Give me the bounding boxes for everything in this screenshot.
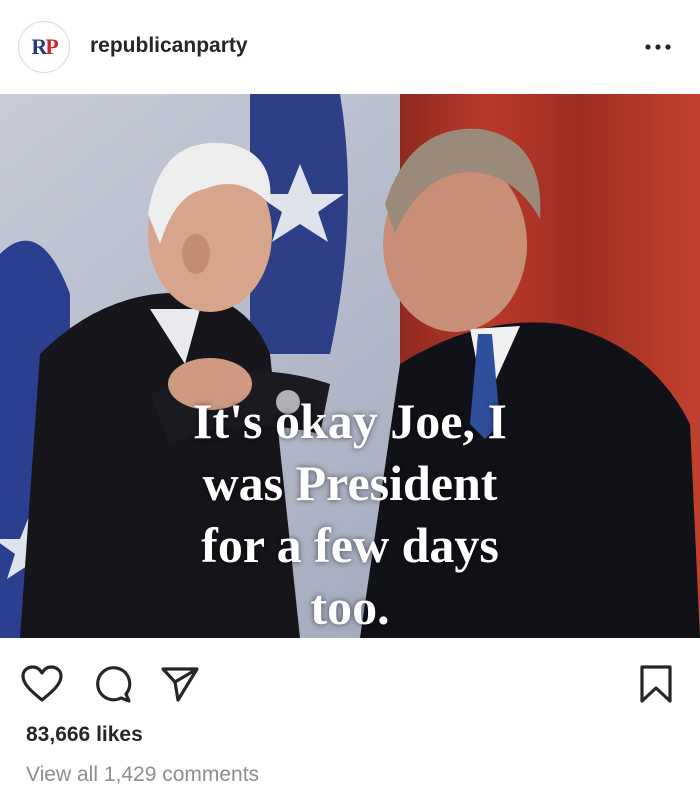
image-caption: It's okay Joe, I was President for a few…: [0, 390, 700, 638]
send-icon: [161, 667, 199, 702]
post-image[interactable]: It's okay Joe, I was President for a few…: [0, 94, 700, 638]
caption-line: too.: [310, 579, 390, 635]
comment-button[interactable]: [90, 662, 134, 706]
more-options-icon: [645, 44, 671, 50]
view-comments-link[interactable]: View all 1,429 comments: [26, 763, 259, 787]
caption-line: It's okay Joe, I: [193, 393, 507, 449]
avatar[interactable]: RP: [18, 21, 70, 73]
save-button[interactable]: [634, 662, 678, 706]
likes-count[interactable]: 83,666 likes: [26, 723, 143, 747]
rp-logo: RP: [31, 34, 58, 59]
like-button[interactable]: [20, 662, 64, 706]
bookmark-icon: [640, 665, 672, 703]
heart-icon: [21, 665, 63, 702]
post-header: RP republicanparty: [0, 0, 700, 94]
more-options-button[interactable]: [640, 35, 676, 59]
comment-icon: [96, 666, 132, 703]
username-link[interactable]: republicanparty: [90, 33, 248, 59]
caption-line: for a few days: [201, 517, 499, 573]
caption-line: was President: [202, 455, 498, 511]
action-bar: [0, 638, 700, 724]
share-button[interactable]: [158, 662, 202, 706]
